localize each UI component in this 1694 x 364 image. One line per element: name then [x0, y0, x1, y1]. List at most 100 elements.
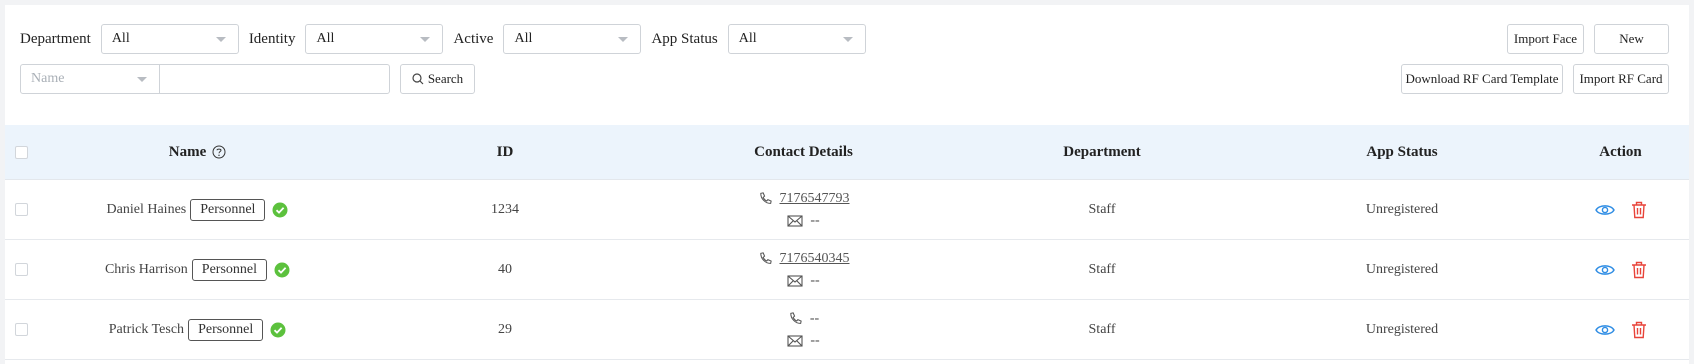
email-value: --: [810, 272, 820, 288]
chevron-down-icon: [618, 37, 629, 42]
eye-icon[interactable]: [1594, 263, 1615, 277]
header-checkbox-cell: [5, 125, 40, 179]
person-name: Patrick Tesch: [108, 321, 185, 337]
import-face-button[interactable]: Import Face: [1507, 24, 1584, 54]
email-line: --: [787, 330, 820, 352]
download-rf-card-template-button[interactable]: Download RF Card Template: [1401, 64, 1563, 94]
active-select[interactable]: All: [503, 24, 642, 54]
row-checkbox[interactable]: [15, 263, 28, 276]
table-header: Name ID Contact Details Department App S…: [5, 125, 1689, 180]
name-cell: Chris Harrison Personnel: [40, 240, 355, 299]
mail-icon: [787, 214, 803, 227]
filter-row-search: Name Search: [20, 64, 475, 94]
mail-icon: [787, 334, 803, 347]
identity-select-value: All: [316, 31, 335, 46]
trash-icon[interactable]: [1631, 201, 1647, 219]
table-row: Chris Harrison Personnel 40 7176540345 -…: [5, 240, 1689, 300]
action-cell: [1552, 300, 1689, 359]
search-button[interactable]: Search: [400, 64, 475, 94]
department-cell: Staff: [1088, 261, 1116, 277]
trash-icon[interactable]: [1631, 261, 1647, 279]
name-cell: Daniel Haines Personnel: [40, 180, 355, 239]
app-status-filter-label: App Status: [651, 30, 718, 47]
name-column-header: Name: [40, 125, 355, 179]
search-input[interactable]: [159, 64, 390, 94]
identity-tag: Personnel: [190, 198, 266, 221]
identity-select[interactable]: All: [305, 24, 444, 54]
contact-cell: 7176547793 --: [655, 180, 952, 239]
eye-icon[interactable]: [1594, 203, 1615, 217]
id-cell: 1234: [491, 201, 519, 217]
phone-link[interactable]: 7176540345: [780, 251, 850, 267]
department-column-header: Department: [1063, 143, 1141, 160]
contact-cell: 7176540345 --: [655, 240, 952, 299]
app-status-cell: Unregistered: [1365, 321, 1439, 337]
check-circle-icon: [270, 322, 286, 338]
trash-icon[interactable]: [1631, 321, 1647, 339]
table-row: Daniel Haines Personnel 1234 7176547793 …: [5, 180, 1689, 240]
search-icon: [412, 73, 424, 85]
email-value: --: [810, 212, 820, 228]
row-checkbox-cell: [5, 240, 40, 299]
eye-icon[interactable]: [1594, 323, 1615, 337]
action-column-header: Action: [1599, 143, 1642, 160]
phone-line: 7176540345: [758, 248, 850, 270]
contact-cell: -- --: [655, 300, 952, 359]
table-row: Patrick Tesch Personnel 29 -- -- Staff U…: [5, 300, 1689, 360]
identity-tag: Personnel: [191, 258, 268, 281]
department-select-value: All: [111, 31, 130, 46]
row-checkbox-cell: [5, 300, 40, 359]
chevron-down-icon: [215, 37, 226, 42]
phone-value: --: [809, 310, 820, 326]
new-button[interactable]: New: [1594, 24, 1669, 54]
row-checkbox[interactable]: [15, 323, 28, 336]
chevron-down-icon: [842, 37, 853, 42]
contact-column-header: Contact Details: [754, 143, 853, 160]
identity-tag: Personnel: [188, 318, 264, 341]
search-field-select[interactable]: Name: [20, 64, 160, 94]
select-all-checkbox[interactable]: [15, 145, 28, 159]
department-filter-label: Department: [20, 30, 91, 47]
chevron-down-icon: [420, 37, 431, 42]
import-rf-card-button[interactable]: Import RF Card: [1573, 64, 1669, 94]
name-header-label: Name: [168, 143, 207, 160]
mail-icon: [787, 274, 803, 287]
help-icon[interactable]: [212, 145, 226, 159]
department-select[interactable]: All: [100, 24, 239, 54]
person-name: Chris Harrison: [104, 261, 188, 277]
phone-icon: [790, 312, 802, 324]
phone-line: --: [788, 308, 819, 330]
search-button-label: Search: [427, 71, 464, 86]
filter-row-primary: Department All Identity All Active All A…: [20, 24, 876, 54]
phone-line: 7176547793: [758, 188, 850, 210]
app-status-select[interactable]: All: [727, 24, 866, 54]
people-table: Name ID Contact Details Department App S…: [5, 125, 1689, 360]
department-cell: Staff: [1088, 201, 1116, 217]
id-cell: 40: [498, 261, 512, 277]
people-panel: Department All Identity All Active All A…: [5, 5, 1689, 364]
active-select-value: All: [514, 31, 533, 46]
action-cell: [1552, 180, 1689, 239]
email-line: --: [787, 270, 820, 292]
check-circle-icon: [274, 262, 290, 278]
person-name: Daniel Haines: [106, 201, 187, 217]
card-actions: Download RF Card Template Import RF Card: [1391, 64, 1669, 94]
row-checkbox[interactable]: [15, 203, 28, 216]
app-status-column-header: App Status: [1366, 143, 1438, 160]
id-cell: 29: [498, 321, 512, 337]
top-actions: Import Face New: [1497, 24, 1669, 54]
active-filter-label: Active: [453, 30, 494, 47]
department-cell: Staff: [1088, 321, 1116, 337]
app-status-cell: Unregistered: [1365, 201, 1439, 217]
phone-icon: [759, 252, 772, 264]
name-cell: Patrick Tesch Personnel: [40, 300, 355, 359]
phone-link[interactable]: 7176547793: [780, 191, 850, 207]
app-status-cell: Unregistered: [1365, 261, 1439, 277]
check-circle-icon: [272, 202, 288, 218]
identity-filter-label: Identity: [248, 30, 296, 47]
phone-icon: [759, 192, 772, 204]
chevron-down-icon: [137, 77, 147, 82]
app-status-select-value: All: [738, 31, 757, 46]
email-line: --: [787, 210, 820, 232]
id-column-header: ID: [496, 143, 514, 160]
